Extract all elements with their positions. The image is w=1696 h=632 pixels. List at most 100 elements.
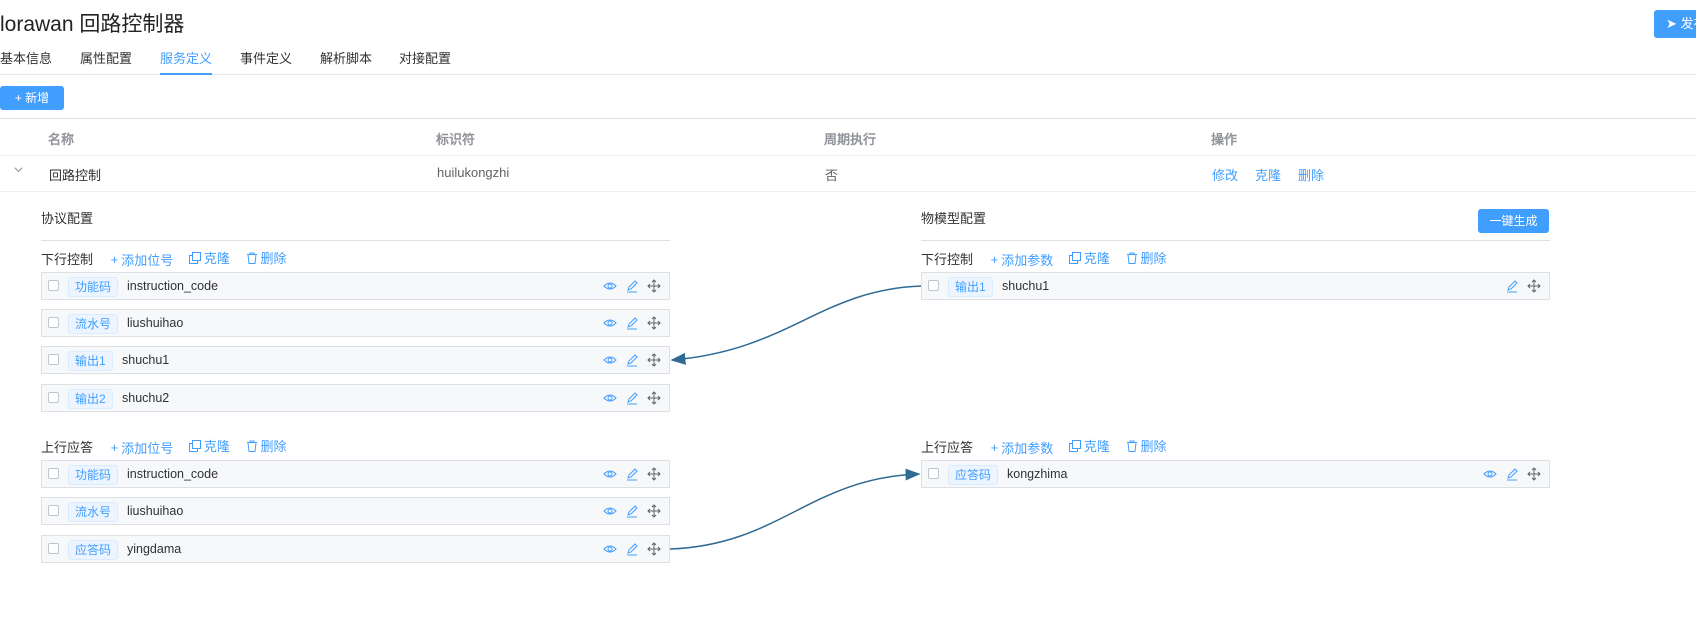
tab-integration-config[interactable]: 对接配置 — [399, 48, 451, 74]
delete-button[interactable]: 删除 — [246, 248, 287, 267]
drag-icon[interactable] — [647, 353, 661, 367]
publish-button[interactable]: ➤ 发布 — [1654, 10, 1696, 38]
tab-basic-info[interactable]: 基本信息 — [0, 48, 52, 74]
field-tag: 功能码 — [68, 277, 119, 297]
edit-icon[interactable] — [625, 279, 639, 293]
delete-label: 删除 — [1140, 251, 1167, 266]
add-tag-button[interactable]: + 添加位号 — [111, 438, 174, 457]
edit-icon[interactable] — [1505, 279, 1519, 293]
add-tag-button[interactable]: + 添加位号 — [111, 250, 174, 269]
drag-icon[interactable] — [647, 542, 661, 556]
add-param-label: 添加参数 — [1001, 440, 1054, 456]
eye-icon[interactable] — [1483, 467, 1497, 481]
row-checkbox[interactable] — [48, 354, 59, 365]
delete-button[interactable]: 删除 — [1126, 248, 1167, 267]
drag-icon[interactable] — [647, 316, 661, 330]
table-header: 名称 标识符 周期执行 操作 — [0, 118, 1696, 156]
clone-button[interactable]: 克隆 — [1068, 248, 1110, 267]
field-actions — [1505, 279, 1541, 293]
drag-icon[interactable] — [1527, 467, 1541, 481]
tab-event-definition[interactable]: 事件定义 — [240, 48, 292, 74]
add-tag-label: 添加位号 — [121, 252, 174, 268]
drag-icon[interactable] — [1527, 279, 1541, 293]
field-tag: 流水号 — [68, 502, 119, 522]
copy-icon — [1068, 439, 1081, 452]
row-checkbox[interactable] — [48, 505, 59, 516]
plus-icon: + — [110, 439, 119, 455]
eye-icon[interactable] — [603, 316, 617, 330]
edit-icon[interactable] — [625, 504, 639, 518]
row-checkbox[interactable] — [928, 468, 939, 479]
row-checkbox[interactable] — [48, 280, 59, 291]
field-actions — [603, 279, 661, 293]
field-actions — [603, 542, 661, 556]
eye-icon[interactable] — [603, 353, 617, 367]
row-checkbox[interactable] — [48, 392, 59, 403]
connector-line — [669, 468, 921, 550]
clone-button[interactable]: 克隆 — [1068, 436, 1110, 455]
copy-icon — [188, 439, 201, 452]
edit-icon[interactable] — [1505, 467, 1519, 481]
eye-icon[interactable] — [603, 467, 617, 481]
field-tag: 应答码 — [948, 465, 999, 485]
delete-button[interactable]: 删除 — [246, 436, 287, 455]
delete-button[interactable]: 删除 — [1126, 436, 1167, 455]
clone-label: 克隆 — [203, 439, 230, 454]
tab-service-definition[interactable]: 服务定义 — [160, 48, 213, 75]
send-icon: ➤ — [1666, 16, 1681, 31]
add-param-button[interactable]: + 添加参数 — [991, 438, 1054, 457]
delete-link[interactable]: 删除 — [1298, 165, 1324, 184]
clone-link[interactable]: 克隆 — [1255, 165, 1281, 184]
field-actions — [603, 316, 661, 330]
protocol-field-row: 功能码 instruction_code — [41, 460, 670, 488]
edit-icon[interactable] — [625, 467, 639, 481]
edit-link[interactable]: 修改 — [1212, 165, 1238, 184]
field-actions — [603, 504, 661, 518]
model-down-toolbar: 下行控制 + 添加参数 克隆 删除 — [921, 248, 1179, 269]
up-response-label: 上行应答 — [41, 439, 94, 455]
down-control-label: 下行控制 — [921, 251, 974, 267]
protocol-config-title: 协议配置 — [41, 211, 94, 226]
column-identifier: 标识符 — [436, 132, 476, 147]
eye-icon[interactable] — [603, 279, 617, 293]
tab-bar: 基本信息 属性配置 服务定义 事件定义 解析脚本 对接配置 — [0, 48, 1696, 75]
divider — [921, 240, 1550, 241]
drag-icon[interactable] — [647, 504, 661, 518]
add-button[interactable]: + 新增 — [0, 86, 64, 110]
edit-icon[interactable] — [625, 391, 639, 405]
row-checkbox[interactable] — [48, 317, 59, 328]
plus-icon: + — [110, 251, 119, 267]
tab-property-config[interactable]: 属性配置 — [80, 48, 132, 74]
eye-icon[interactable] — [603, 504, 617, 518]
eye-icon[interactable] — [603, 391, 617, 405]
down-control-label: 下行控制 — [41, 251, 94, 267]
clone-button[interactable]: 克隆 — [188, 248, 230, 267]
column-name: 名称 — [48, 132, 75, 147]
row-checkbox[interactable] — [928, 280, 939, 291]
drag-icon[interactable] — [647, 467, 661, 481]
protocol-field-row: 流水号 liushuihao — [41, 497, 670, 525]
protocol-field-row: 功能码 instruction_code — [41, 272, 670, 300]
row-checkbox[interactable] — [48, 468, 59, 479]
drag-icon[interactable] — [647, 279, 661, 293]
eye-icon[interactable] — [603, 542, 617, 556]
edit-icon[interactable] — [625, 542, 639, 556]
plus-icon: + — [990, 251, 999, 267]
field-tag: 输出1 — [948, 277, 993, 297]
clone-button[interactable]: 克隆 — [188, 436, 230, 455]
add-param-button[interactable]: + 添加参数 — [991, 250, 1054, 269]
field-tag: 输出1 — [68, 351, 113, 371]
row-checkbox[interactable] — [48, 543, 59, 554]
connector-line — [670, 285, 922, 365]
generate-button[interactable]: 一键生成 — [1478, 209, 1549, 233]
drag-icon[interactable] — [647, 391, 661, 405]
field-name: kongzhima — [1007, 467, 1068, 481]
field-tag: 流水号 — [68, 314, 119, 334]
edit-icon[interactable] — [625, 316, 639, 330]
field-actions — [1483, 467, 1541, 481]
clone-label: 克隆 — [203, 251, 230, 266]
edit-icon[interactable] — [625, 353, 639, 367]
copy-icon — [188, 251, 201, 264]
column-actions: 操作 — [1211, 132, 1238, 147]
tab-parse-script[interactable]: 解析脚本 — [320, 48, 372, 74]
